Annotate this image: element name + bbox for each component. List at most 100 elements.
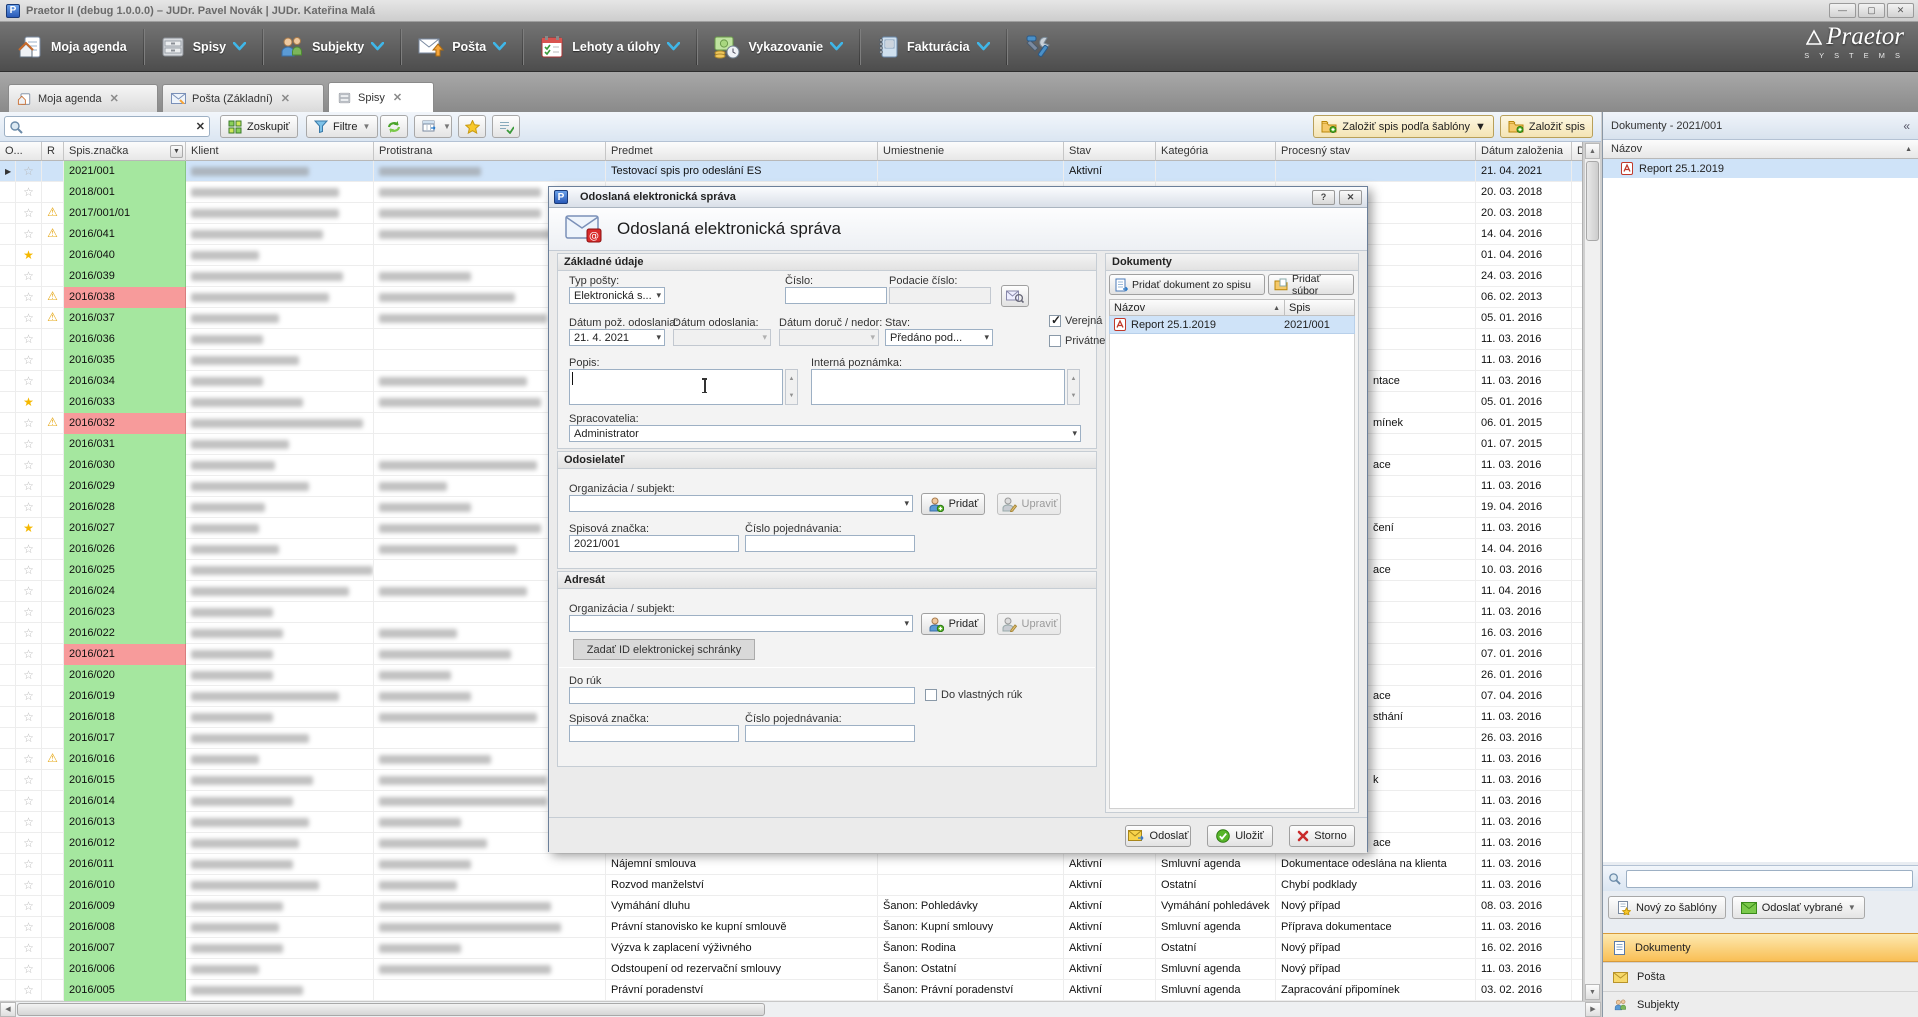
cell-kategoria[interactable]: Smluvní agenda xyxy=(1156,959,1276,980)
cell-dat[interactable] xyxy=(1572,287,1583,308)
favorite-star-icon[interactable]: ☆ xyxy=(16,602,42,623)
nav-dokumenty[interactable]: Dokumenty xyxy=(1603,933,1918,962)
menu-spisy[interactable]: Spisy xyxy=(148,26,258,68)
settings-tools-button[interactable] xyxy=(1011,26,1065,68)
cell-spis-znacka[interactable]: 2016/020 xyxy=(64,665,186,686)
cell-spis-znacka[interactable]: 2016/039 xyxy=(64,266,186,287)
cell-spis-znacka[interactable]: 2016/009 xyxy=(64,896,186,917)
cell-spis-znacka[interactable]: 2016/021 xyxy=(64,644,186,665)
favorite-star-icon[interactable]: ☆ xyxy=(16,329,42,350)
cell-dat[interactable] xyxy=(1572,623,1583,644)
column-header-protistrana[interactable]: Protistrana xyxy=(374,142,606,161)
favorite-star-icon[interactable]: ☆ xyxy=(16,749,42,770)
cell-klient[interactable] xyxy=(186,518,374,539)
cell-dat[interactable] xyxy=(1572,518,1583,539)
cell-kategoria[interactable]: Smluvní agenda xyxy=(1156,854,1276,875)
cell-dat[interactable] xyxy=(1572,812,1583,833)
cell-klient[interactable] xyxy=(186,539,374,560)
cell-klient[interactable] xyxy=(186,581,374,602)
popis-spinner[interactable]: ▲▼ xyxy=(785,369,798,405)
adresat-cislo-pojednavania-input[interactable] xyxy=(745,725,915,742)
cell-predmet[interactable]: Právní poradenství xyxy=(606,980,878,1001)
column-header-dat[interactable]: Dát... xyxy=(1572,142,1583,161)
cell-procesny-stav[interactable]: Příprava dokumentace xyxy=(1276,917,1476,938)
cell-klient[interactable] xyxy=(186,329,374,350)
cell-datum-zalozenia[interactable]: 01. 04. 2016 xyxy=(1476,245,1572,266)
cell-klient[interactable] xyxy=(186,560,374,581)
cell-dat[interactable] xyxy=(1572,833,1583,854)
cell-spis-znacka[interactable]: 2016/031 xyxy=(64,434,186,455)
table-row[interactable]: ☆ 2016/006 Odstoupení od rezervační smlo… xyxy=(0,959,1583,980)
odosielatel-spisova-input[interactable]: 2021/001 xyxy=(569,535,739,552)
maximize-button[interactable]: ▢ xyxy=(1858,3,1885,18)
table-row[interactable]: ☆ 2016/005 Právní poradenství Šanon: Prá… xyxy=(0,980,1583,1001)
collapse-panel-icon[interactable]: « xyxy=(1903,119,1910,133)
cell-predmet[interactable]: Odstoupení od rezervační smlouvy xyxy=(606,959,878,980)
tab-moja-agenda[interactable]: Moja agenda ✕ xyxy=(8,84,158,112)
favorite-star-icon[interactable]: ☆ xyxy=(16,770,42,791)
cell-dat[interactable] xyxy=(1572,644,1583,665)
cell-klient[interactable] xyxy=(186,875,374,896)
cell-datum-zalozenia[interactable]: 01. 07. 2015 xyxy=(1476,434,1572,455)
dialog-docs-col-spis[interactable]: Spis xyxy=(1285,299,1355,316)
cell-dat[interactable] xyxy=(1572,770,1583,791)
table-row[interactable]: ☆ 2016/007 Výzva k zaplacení výživného Š… xyxy=(0,938,1583,959)
cell-dat[interactable] xyxy=(1572,350,1583,371)
cell-spis-znacka[interactable]: 2016/005 xyxy=(64,980,186,1001)
favorite-star-icon[interactable]: ☆ xyxy=(16,938,42,959)
cell-spis-znacka[interactable]: 2016/012 xyxy=(64,833,186,854)
cell-spis-znacka[interactable]: 2016/029 xyxy=(64,476,186,497)
cell-spis-znacka[interactable]: 2016/036 xyxy=(64,329,186,350)
documents-list-area[interactable] xyxy=(1603,178,1918,862)
cell-kategoria[interactable]: Smluvní agenda xyxy=(1156,917,1276,938)
cell-datum-zalozenia[interactable]: 11. 03. 2016 xyxy=(1476,854,1572,875)
cell-dat[interactable] xyxy=(1572,497,1583,518)
cell-klient[interactable] xyxy=(186,791,374,812)
dialog-document-row[interactable]: Report 25.1.2019 2021/001 xyxy=(1109,316,1355,334)
favorite-star-icon[interactable]: ★ xyxy=(16,245,42,266)
cell-dat[interactable] xyxy=(1572,203,1583,224)
cell-dat[interactable] xyxy=(1572,560,1583,581)
table-row[interactable]: ☆ 2016/009 Vymáhání dluhu Šanon: Pohledá… xyxy=(0,896,1583,917)
list-actions-button[interactable] xyxy=(492,115,520,138)
favorite-star-icon[interactable]: ☆ xyxy=(16,371,42,392)
cell-dat[interactable] xyxy=(1572,896,1583,917)
cell-stav[interactable]: Aktivní xyxy=(1064,959,1156,980)
cell-klient[interactable] xyxy=(186,245,374,266)
cell-umiestnenie[interactable] xyxy=(878,854,1064,875)
column-header-predmet[interactable]: Predmet xyxy=(606,142,878,161)
cell-datum-zalozenia[interactable]: 14. 04. 2016 xyxy=(1476,224,1572,245)
column-header-spis-znacka[interactable]: Spis.značka▼ xyxy=(64,142,186,161)
cell-datum-zalozenia[interactable]: 11. 03. 2016 xyxy=(1476,707,1572,728)
favorite-star-icon[interactable]: ☆ xyxy=(16,875,42,896)
favorite-star-icon[interactable]: ☆ xyxy=(16,266,42,287)
favorite-star-icon[interactable]: ☆ xyxy=(16,308,42,329)
cell-spis-znacka[interactable]: 2016/007 xyxy=(64,938,186,959)
favorite-star-icon[interactable]: ☆ xyxy=(16,413,42,434)
cell-datum-zalozenia[interactable]: 05. 01. 2016 xyxy=(1476,308,1572,329)
cell-klient[interactable] xyxy=(186,455,374,476)
cell-spis-znacka[interactable]: 2016/027 xyxy=(64,518,186,539)
cell-datum-zalozenia[interactable]: 05. 01. 2016 xyxy=(1476,392,1572,413)
favorite-star-icon[interactable]: ☆ xyxy=(16,833,42,854)
cell-spis-znacka[interactable]: 2016/011 xyxy=(64,854,186,875)
cell-klient[interactable] xyxy=(186,686,374,707)
documents-search-input[interactable] xyxy=(1626,870,1913,888)
cell-datum-zalozenia[interactable]: 11. 03. 2016 xyxy=(1476,350,1572,371)
favorites-button[interactable] xyxy=(458,115,486,138)
cell-klient[interactable] xyxy=(186,959,374,980)
favorite-star-icon[interactable]: ☆ xyxy=(16,812,42,833)
cell-klient[interactable] xyxy=(186,161,374,182)
cell-dat[interactable] xyxy=(1572,392,1583,413)
cell-umiestnenie[interactable] xyxy=(878,875,1064,896)
cell-dat[interactable] xyxy=(1572,686,1583,707)
table-row[interactable]: ☆ 2016/011 Nájemní smlouva Aktivní Smluv… xyxy=(0,854,1583,875)
favorite-star-icon[interactable]: ☆ xyxy=(16,581,42,602)
column-header-stav[interactable]: Stav xyxy=(1064,142,1156,161)
cell-spis-znacka[interactable]: 2016/037 xyxy=(64,308,186,329)
cell-spis-znacka[interactable]: 2016/016 xyxy=(64,749,186,770)
help-button[interactable]: ? xyxy=(1312,190,1335,205)
cell-umiestnenie[interactable]: Šanon: Ostatní xyxy=(878,959,1064,980)
favorite-star-icon[interactable]: ☆ xyxy=(16,182,42,203)
cell-klient[interactable] xyxy=(186,203,374,224)
